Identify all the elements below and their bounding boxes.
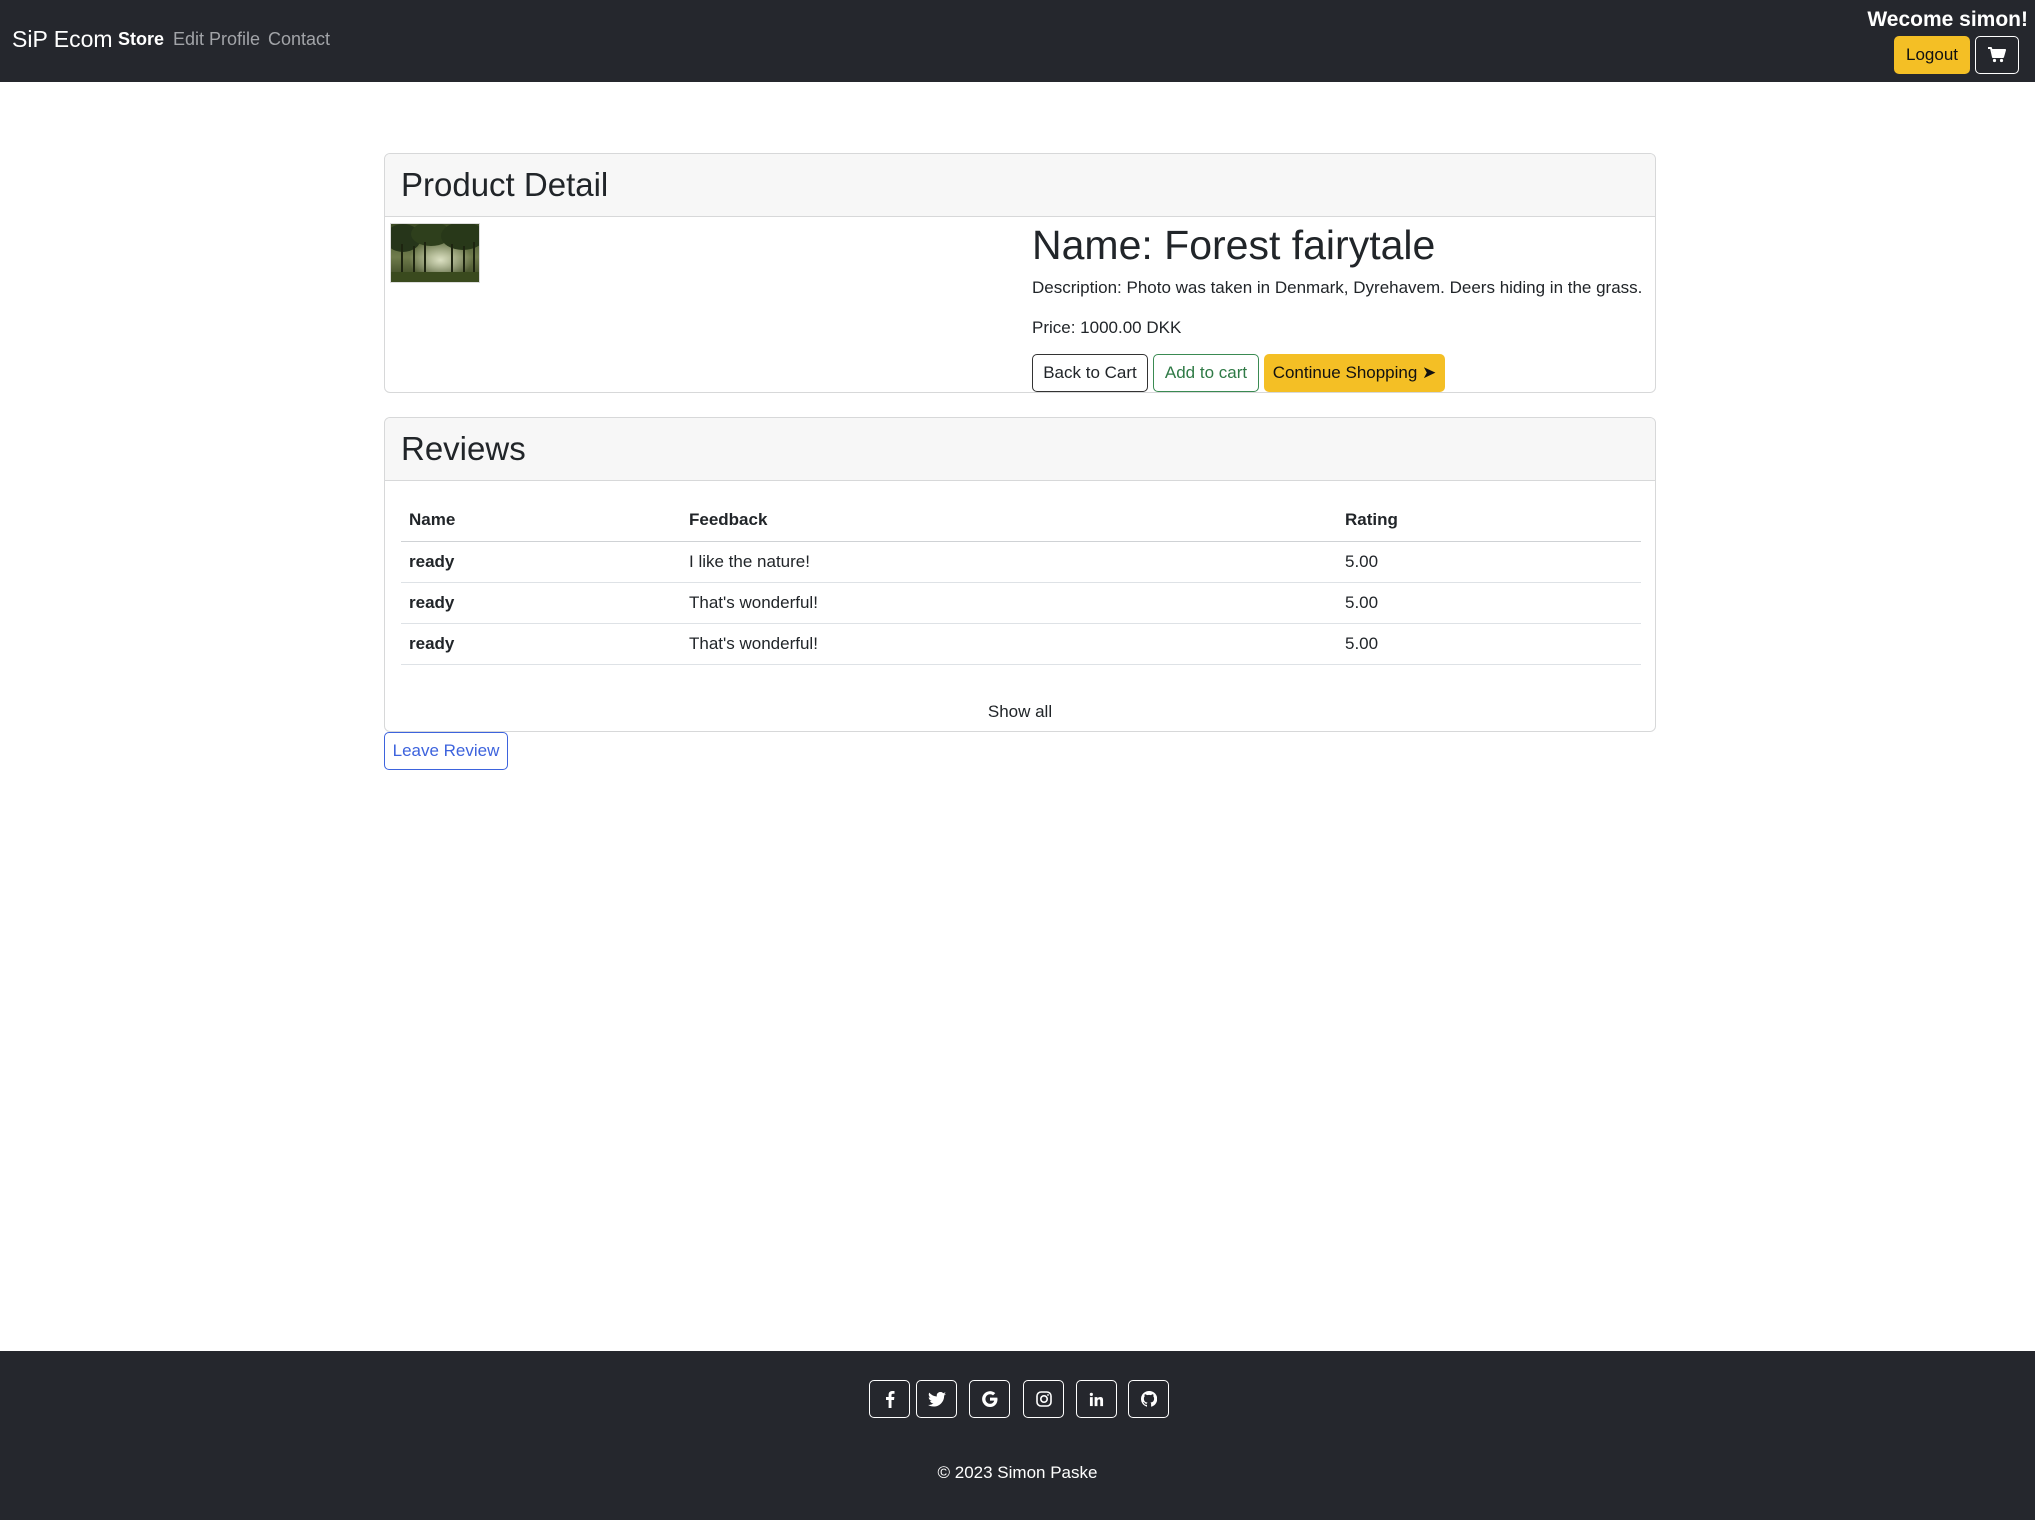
table-header-row: Name Feedback Rating [401, 500, 1641, 542]
twitter-icon [927, 1391, 946, 1407]
facebook-button[interactable] [869, 1380, 910, 1418]
product-detail-card: Product Detail Name: Forest fairytale De… [384, 153, 1656, 393]
brand-logo[interactable]: SiP Ecom [12, 26, 113, 53]
review-name: ready [401, 541, 681, 583]
back-to-cart-button[interactable]: Back to Cart [1032, 354, 1148, 392]
facebook-icon [885, 1391, 894, 1408]
table-row: ready I like the nature! 5.00 [401, 541, 1641, 583]
column-header-rating: Rating [1337, 500, 1641, 542]
product-description: Description: Photo was taken in Denmark,… [1032, 278, 1643, 297]
product-name: Name: Forest fairytale [1032, 222, 1436, 268]
twitter-button[interactable] [916, 1380, 957, 1418]
linkedin-button[interactable] [1076, 1380, 1117, 1418]
review-name: ready [401, 623, 681, 665]
linkedin-icon [1089, 1392, 1104, 1406]
review-feedback: That's wonderful! [681, 582, 1337, 624]
product-detail-header: Product Detail [385, 154, 1655, 217]
google-icon [981, 1391, 997, 1407]
review-rating: 5.00 [1337, 623, 1641, 665]
nav-link-contact[interactable]: Contact [268, 29, 330, 50]
column-header-name: Name [401, 500, 681, 542]
product-detail-title: Product Detail [401, 166, 609, 203]
review-feedback: That's wonderful! [681, 623, 1337, 665]
product-price: Price: 1000.00 DKK [1032, 318, 1182, 337]
nav-link-edit-profile[interactable]: Edit Profile [173, 29, 260, 50]
instagram-icon [1035, 1391, 1052, 1407]
nav-link-store[interactable]: Store [118, 29, 164, 50]
product-image[interactable] [390, 223, 480, 283]
logout-button[interactable]: Logout [1894, 36, 1970, 74]
show-all-link[interactable]: Show all [385, 702, 1655, 722]
google-button[interactable] [969, 1380, 1010, 1418]
review-feedback: I like the nature! [681, 541, 1337, 583]
review-rating: 5.00 [1337, 541, 1641, 583]
continue-shopping-button[interactable]: Continue Shopping ➤ [1264, 354, 1445, 392]
cart-button[interactable] [1975, 36, 2019, 74]
shopping-cart-icon [1988, 47, 2006, 63]
reviews-title: Reviews [401, 430, 526, 467]
top-navbar: SiP Ecom Store Edit Profile Contact Weco… [0, 0, 2035, 82]
reviews-table: Name Feedback Rating ready I like the na… [401, 500, 1641, 665]
reviews-card: Reviews Name Feedback Rating ready I lik… [384, 417, 1656, 732]
review-name: ready [401, 582, 681, 624]
github-button[interactable] [1128, 1380, 1169, 1418]
forest-photo [391, 224, 479, 282]
github-icon [1140, 1391, 1157, 1407]
welcome-text: Wecome simon! [1867, 8, 2028, 31]
table-row: ready That's wonderful! 5.00 [401, 623, 1641, 665]
table-row: ready That's wonderful! 5.00 [401, 582, 1641, 624]
footer: © 2023 Simon Paske [0, 1351, 2035, 1520]
add-to-cart-button[interactable]: Add to cart [1153, 354, 1259, 392]
copyright-text: © 2023 Simon Paske [937, 1463, 1098, 1482]
reviews-header: Reviews [385, 418, 1655, 481]
instagram-button[interactable] [1023, 1380, 1064, 1418]
column-header-feedback: Feedback [681, 500, 1337, 542]
leave-review-button[interactable]: Leave Review [384, 732, 508, 770]
review-rating: 5.00 [1337, 582, 1641, 624]
